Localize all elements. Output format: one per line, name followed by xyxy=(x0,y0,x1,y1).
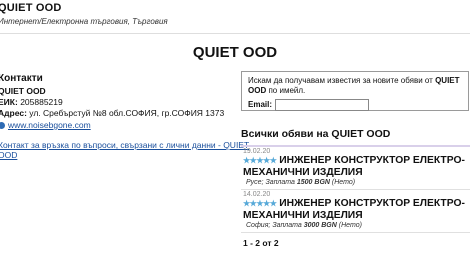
eik-value: 205885219 xyxy=(20,97,63,107)
ad-title-line2[interactable]: МЕХАНИЧНИ ИЗДЕЛИЯ xyxy=(243,167,363,178)
contact-eik: ЕИК: 205885219 xyxy=(0,97,63,107)
ad-salary-type: (Нето) xyxy=(331,179,356,186)
email-input[interactable] xyxy=(275,99,370,111)
address-label: Адрес: xyxy=(0,108,27,118)
ad-city: Русе; xyxy=(246,179,264,186)
ad-salary: 1500 BGN xyxy=(296,179,330,186)
pagination: 1 - 2 от 2 xyxy=(243,238,279,248)
ad-date: 19.02.20 xyxy=(243,148,271,155)
email-label: Email: xyxy=(248,100,273,110)
contact-name: QUIET OOD xyxy=(0,86,46,96)
notify-subscribe-box: Искам да получавам известия за новите об… xyxy=(241,71,469,111)
ad-salary-label: Заплата xyxy=(272,222,302,229)
ad-date: 14.02.20 xyxy=(243,191,271,198)
ads-heading-underline xyxy=(241,145,470,147)
company-header-title: QUIET OOD xyxy=(0,2,62,14)
rating-stars-icon: ★★★★★ xyxy=(243,199,277,208)
ad-title-line2[interactable]: МЕХАНИЧНИ ИЗДЕЛИЯ xyxy=(243,210,363,221)
address-value: ул. Сребърстуй №8 обл.СОФИЯ, гр.СОФИЯ 13… xyxy=(29,108,225,118)
ad-title-link[interactable]: ★★★★★ ИНЖЕНЕР КОНСТРУКТОР ЕЛЕКТРО- МЕХАН… xyxy=(243,198,470,222)
privacy-link-line1[interactable]: Контакт за връзка по въпроси, свързани с… xyxy=(0,140,249,150)
email-row: Email: xyxy=(248,99,462,111)
ad-meta: Русе; Заплата 1500 BGN (Нето) xyxy=(246,179,355,186)
website-link[interactable]: www.noisebgone.com xyxy=(8,120,91,130)
header-divider xyxy=(0,33,470,34)
contacts-heading: Контакти xyxy=(0,73,43,84)
ad-salary-type: (Нето) xyxy=(338,222,362,229)
ad-title-line1[interactable]: ИНЖЕНЕР КОНСТРУКТОР ЕЛЕКТРО- xyxy=(279,198,465,209)
rating-stars-icon: ★★★★★ xyxy=(243,156,277,165)
page-title: QUIET OOD xyxy=(192,44,278,61)
contact-address: Адрес: ул. Сребърстуй №8 обл.СОФИЯ, гр.С… xyxy=(0,108,224,118)
ad-meta: София; Заплата 3000 BGN (Нето) xyxy=(246,222,362,229)
privacy-contact-link[interactable]: Контакт за връзка по въпроси, свързани с… xyxy=(0,140,249,160)
globe-icon xyxy=(0,122,5,129)
ad-title-line1[interactable]: ИНЖЕНЕР КОНСТРУКТОР ЕЛЕКТРО- xyxy=(279,155,465,166)
notify-text-after: по имейл. xyxy=(268,86,306,95)
ad-separator xyxy=(241,189,470,190)
contact-website[interactable]: www.noisebgone.com xyxy=(0,120,91,130)
ad-city: София; xyxy=(246,222,271,229)
ad-separator xyxy=(241,232,470,233)
privacy-link-line2[interactable]: OOD xyxy=(0,150,17,160)
ad-salary-label: Заплата xyxy=(265,179,295,186)
company-category: Интернет/Електронна търговия, Търговия xyxy=(0,17,168,26)
ad-title-link[interactable]: ★★★★★ ИНЖЕНЕР КОНСТРУКТОР ЕЛЕКТРО- МЕХАН… xyxy=(243,155,470,179)
ads-heading: Всички обяви на QUIET OOD xyxy=(241,128,391,140)
notify-text-before: Искам да получавам известия за новите об… xyxy=(248,76,433,85)
eik-label: ЕИК: xyxy=(0,97,18,107)
ad-salary: 3000 BGN xyxy=(303,222,337,229)
